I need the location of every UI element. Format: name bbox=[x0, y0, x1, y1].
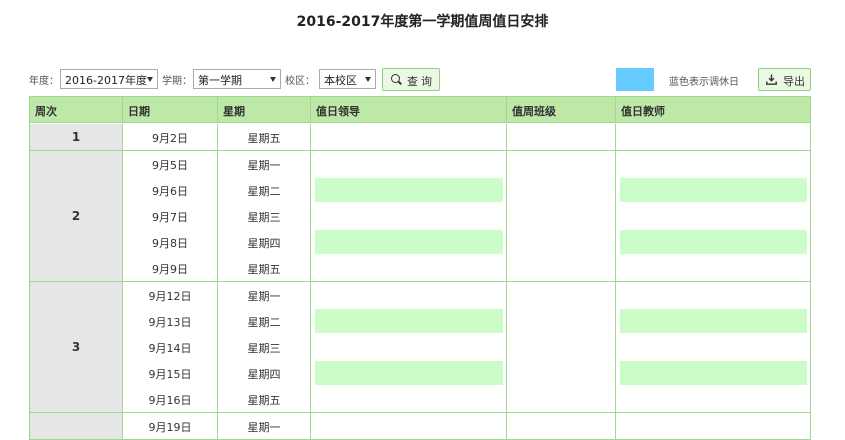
term-select[interactable]: 第一学期 bbox=[193, 69, 281, 89]
year-label: 年度： bbox=[29, 76, 59, 87]
duty-teacher-cell[interactable] bbox=[616, 413, 810, 439]
table-row: 2 9月5日 9月6日 9月7日 9月8日 9月9日 星期一星期二星期三星期四星期五 bbox=[30, 151, 810, 282]
duty-class-cell[interactable] bbox=[507, 413, 616, 439]
chevron-down-icon bbox=[147, 77, 153, 82]
table-row: 1 9月2日 星期五 bbox=[30, 124, 810, 151]
header-duty-leader: 值日领导 bbox=[311, 97, 507, 123]
weekday-column: 星期一星期二星期三星期四星期五 bbox=[218, 151, 311, 281]
weekday-cell: 星期三 bbox=[247, 342, 281, 355]
table-header: 周次 日期 星期 值日领导 值周班级 值日教师 bbox=[30, 97, 810, 123]
date-cell: 9月9日 bbox=[152, 263, 188, 276]
query-button[interactable]: 查询 bbox=[382, 68, 440, 91]
weekday-cell: 星期五 bbox=[247, 263, 281, 276]
weekday-cell: 星期三 bbox=[247, 211, 281, 224]
weekday-cell: 星期二 bbox=[247, 185, 281, 198]
table-row: 9月19日 星期一 bbox=[30, 413, 810, 440]
duty-leader-cell[interactable] bbox=[311, 282, 507, 412]
date-cell: 9月14日 bbox=[148, 342, 192, 355]
highlight-band bbox=[315, 178, 503, 202]
table-row: 3 9月12日 9月13日 9月14日 9月15日 9月16日 星期一 星期二 星期三 星期四 星期… bbox=[30, 282, 810, 413]
date-cell: 9月15日 bbox=[148, 368, 192, 381]
header-week: 周次 bbox=[30, 97, 123, 123]
weekday-cell: 星期一 bbox=[247, 159, 281, 172]
highlight-band bbox=[620, 361, 807, 385]
date-column: 9月5日 9月6日 9月7日 9月8日 9月9日 bbox=[123, 151, 218, 281]
week-number bbox=[30, 413, 123, 439]
highlight-band bbox=[315, 230, 503, 254]
campus-label: 校区： bbox=[285, 76, 315, 87]
highlight-band bbox=[315, 309, 503, 333]
year-select-value: 2016-2017年度 bbox=[65, 74, 147, 87]
duty-leader-cell[interactable] bbox=[311, 413, 507, 439]
weekday-cell: 星期四 bbox=[247, 368, 281, 381]
date-column: 9月19日 bbox=[123, 413, 218, 439]
term-select-value: 第一学期 bbox=[198, 74, 242, 87]
weekday-cell: 星期五 bbox=[247, 394, 281, 407]
weekday-cell: 星期二 bbox=[247, 316, 281, 329]
weekday-column: 星期五 bbox=[218, 124, 311, 150]
duty-leader-cell[interactable] bbox=[311, 124, 507, 150]
export-button-label: 导出 bbox=[783, 75, 805, 88]
export-button[interactable]: 导出 bbox=[758, 68, 811, 91]
highlight-band bbox=[620, 178, 807, 202]
date-cell: 9月5日 bbox=[152, 159, 188, 172]
duty-leader-cell[interactable] bbox=[311, 151, 507, 281]
highlight-band bbox=[315, 361, 503, 385]
filter-toolbar: 年度： 2016-2017年度 学期： 第一学期 校区： 本校区 查询 蓝色表示… bbox=[29, 67, 811, 93]
weekday-cell: 星期四 bbox=[247, 237, 281, 250]
header-date: 日期 bbox=[123, 97, 218, 123]
date-cell: 9月6日 bbox=[152, 185, 188, 198]
legend-text: 蓝色表示调休日 bbox=[669, 77, 739, 88]
term-label: 学期： bbox=[162, 76, 192, 87]
header-weekday: 星期 bbox=[218, 97, 311, 123]
duty-teacher-cell[interactable] bbox=[616, 282, 810, 412]
duty-class-cell[interactable] bbox=[507, 124, 616, 150]
date-cell: 9月2日 bbox=[152, 132, 188, 145]
chevron-down-icon bbox=[270, 77, 276, 82]
week-number: 2 bbox=[30, 151, 123, 281]
date-cell: 9月8日 bbox=[152, 237, 188, 250]
page-title: 2016-2017年度第一学期值周值日安排 bbox=[296, 14, 549, 30]
weekday-column: 星期一 bbox=[218, 413, 311, 439]
highlight-band bbox=[620, 230, 807, 254]
highlight-band bbox=[620, 309, 807, 333]
date-cell: 9月7日 bbox=[152, 211, 188, 224]
weekday-cell: 星期一 bbox=[247, 421, 281, 434]
header-duty-class: 值周班级 bbox=[507, 97, 616, 123]
weekday-cell: 星期一 bbox=[247, 290, 281, 303]
duty-class-cell[interactable] bbox=[507, 282, 616, 412]
week-number: 3 bbox=[30, 282, 123, 412]
week-number: 1 bbox=[30, 124, 123, 150]
header-duty-teacher: 值日教师 bbox=[621, 105, 665, 118]
date-cell: 9月19日 bbox=[148, 421, 192, 434]
duty-teacher-cell[interactable] bbox=[616, 151, 810, 281]
date-cell: 9月12日 bbox=[148, 290, 192, 303]
date-cell: 9月13日 bbox=[148, 316, 192, 329]
search-icon bbox=[391, 74, 400, 83]
weekday-column: 星期一星期二星期三星期四星期五 bbox=[218, 282, 311, 412]
campus-select[interactable]: 本校区 bbox=[319, 69, 376, 89]
legend-swatch bbox=[616, 68, 654, 91]
campus-select-value: 本校区 bbox=[324, 74, 357, 87]
date-column: 9月2日 bbox=[123, 124, 218, 150]
query-button-label: 查询 bbox=[407, 75, 435, 88]
duty-class-cell[interactable] bbox=[507, 151, 616, 281]
duty-schedule-table: 周次 日期 星期 值日领导 值周班级 值日教师 1 9月2日 星期五 2 9月5日 9月6… bbox=[29, 96, 811, 440]
chevron-down-icon bbox=[365, 77, 371, 82]
date-column: 9月12日 9月13日 9月14日 9月15日 9月16日 bbox=[123, 282, 218, 412]
duty-teacher-cell[interactable] bbox=[616, 124, 810, 150]
year-select[interactable]: 2016-2017年度 bbox=[60, 69, 158, 89]
weekday-cell: 星期五 bbox=[247, 132, 281, 145]
download-icon bbox=[766, 74, 777, 85]
date-cell: 9月16日 bbox=[148, 394, 192, 407]
